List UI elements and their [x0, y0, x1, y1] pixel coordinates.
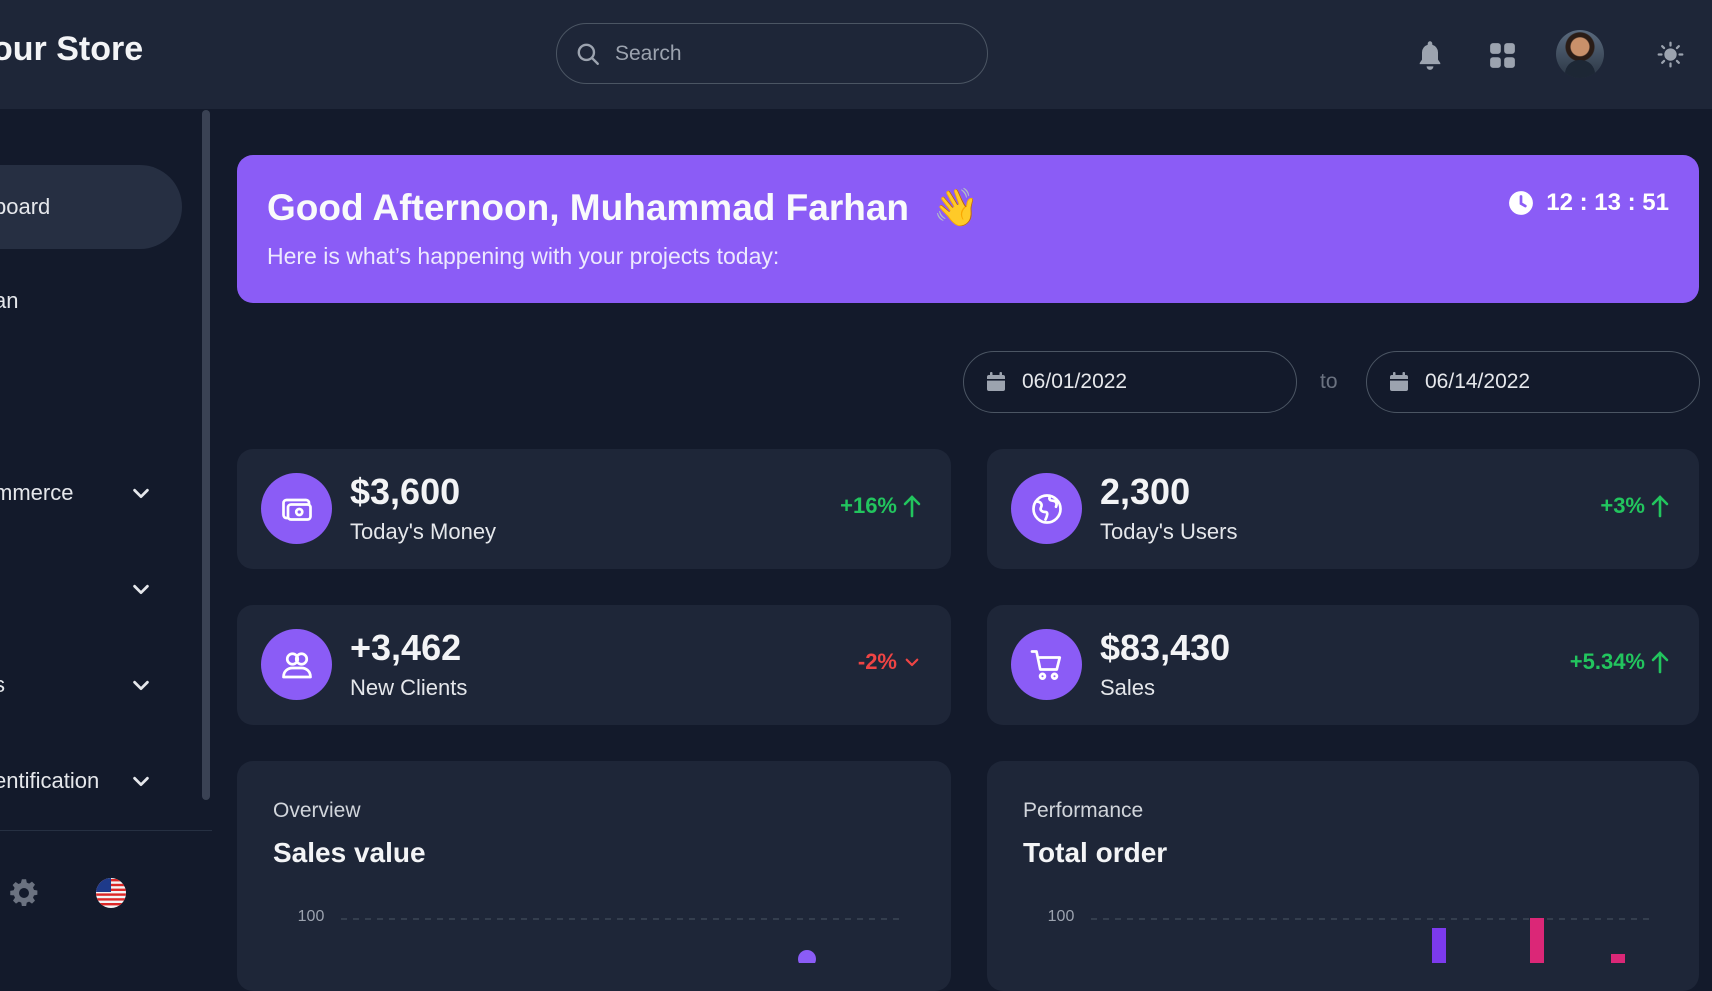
apps-button[interactable] [1488, 41, 1516, 69]
user-avatar[interactable] [1556, 30, 1604, 78]
chevron-down-icon [905, 658, 919, 667]
stat-change: +3% [1600, 493, 1669, 519]
clock-time: 12 : 13 : 51 [1546, 189, 1669, 216]
users-icon [281, 651, 312, 678]
search-input[interactable] [613, 40, 957, 67]
stat-icon-badge [1011, 473, 1082, 544]
bar[interactable] [1611, 954, 1625, 963]
date-to-value: 06/14/2022 [1425, 370, 1531, 393]
stat-label: New Clients [350, 675, 468, 700]
stat-icon-badge [261, 629, 332, 700]
settings-button[interactable] [8, 877, 40, 909]
stat-card-users: 2,300 Today's Users +3% [987, 449, 1699, 569]
data-point[interactable] [798, 950, 816, 963]
wave-emoji: 👋 [933, 187, 980, 228]
theme-toggle-button[interactable] [1656, 40, 1684, 68]
stat-label: Sales [1100, 675, 1156, 700]
y-tick-label: 100 [1048, 908, 1075, 925]
globe-icon [1031, 493, 1062, 524]
date-from-value: 06/01/2022 [1022, 370, 1128, 393]
greeting-subtitle: Here is what’s happening with your proje… [267, 243, 780, 269]
sidebar-item-label: entification [0, 768, 100, 793]
stat-change-text: +3% [1600, 493, 1645, 518]
stat-change-text: -2% [857, 649, 897, 674]
us-flag-icon [96, 878, 126, 908]
stat-change-text: +16% [840, 493, 897, 518]
bar[interactable] [1432, 928, 1446, 963]
stat-change-text: +5.34% [1569, 649, 1645, 674]
sidebar-item-label: s [0, 672, 5, 698]
total-order-panel: Performance Total order 100 [987, 761, 1699, 991]
arrow-up-icon [1651, 651, 1669, 674]
welcome-banner: Good Afternoon, Muhammad Farhan 👋 Here i… [237, 155, 1699, 303]
total-order-chart: 100 [1048, 908, 1649, 963]
search-box[interactable] [556, 23, 988, 84]
cart-icon [1030, 649, 1061, 680]
sidebar: board an mmerce s entification [0, 109, 212, 963]
clock-icon [1509, 191, 1534, 215]
top-bar: our Store [0, 0, 1712, 109]
calendar-icon [1390, 372, 1408, 391]
stat-card-money: $3,600 Today's Money +16% [237, 449, 951, 569]
chevron-down-icon [133, 776, 149, 787]
sidebar-scrollbar[interactable] [202, 110, 210, 800]
gear-icon [10, 879, 38, 906]
stat-card-clients: +3,462 New Clients -2% [237, 605, 951, 725]
sidebar-item-dashboard[interactable]: board [0, 165, 182, 249]
stat-label: Today's Users [1100, 519, 1238, 544]
bell-icon [1419, 41, 1441, 70]
grid-icon [1489, 42, 1515, 68]
stat-icon-badge [1011, 629, 1082, 700]
stat-icon-badge [261, 473, 332, 544]
greeting-title: Good Afternoon, Muhammad Farhan 👋 [267, 187, 979, 230]
sidebar-item-section-5[interactable]: s [0, 655, 182, 715]
date-from-input[interactable]: 06/01/2022 [963, 351, 1297, 413]
sidebar-item-authentication[interactable]: entification [0, 751, 182, 811]
stat-change: +16% [840, 493, 921, 519]
arrow-up-icon [1651, 495, 1669, 518]
sidebar-item-label: an [0, 288, 19, 313]
language-selector[interactable] [95, 877, 127, 909]
stat-change: +5.34% [1570, 649, 1669, 675]
sidebar-item-plan[interactable]: an [0, 271, 182, 331]
sales-value-panel: Overview Sales value 100 [237, 761, 951, 991]
chevron-down-icon [133, 488, 149, 499]
stat-label: Today's Money [350, 519, 497, 544]
sidebar-item-section-4[interactable] [0, 559, 182, 619]
sales-value-chart: 100 [298, 908, 901, 963]
bar[interactable] [1530, 918, 1544, 963]
calendar-icon [987, 372, 1005, 391]
stat-value: +3,462 [350, 627, 462, 668]
sun-icon [1657, 41, 1683, 67]
money-icon [281, 498, 312, 521]
sidebar-item-label: board [0, 194, 51, 219]
sidebar-item-label: mmerce [0, 480, 74, 505]
sidebar-item-ecommerce[interactable]: mmerce [0, 463, 182, 523]
y-tick-label: 100 [298, 908, 325, 925]
notifications-button[interactable] [1415, 38, 1445, 72]
stat-change: -2% [858, 649, 921, 675]
chevron-down-icon [133, 584, 149, 595]
greeting-text: Good Afternoon, Muhammad Farhan [267, 187, 910, 228]
date-range-separator: to [1320, 370, 1338, 393]
brand-title: our Store [0, 30, 144, 68]
sidebar-divider [0, 830, 212, 831]
clock: 12 : 13 : 51 [1508, 189, 1669, 217]
date-to-input[interactable]: 06/14/2022 [1366, 351, 1700, 413]
stat-card-sales: $83,430 Sales +5.34% [987, 605, 1699, 725]
search-icon [577, 43, 599, 65]
stat-value: $83,430 [1100, 627, 1231, 668]
arrow-up-icon [903, 495, 921, 518]
stat-value: 2,300 [1100, 471, 1191, 512]
chevron-down-icon [133, 680, 149, 691]
stat-value: $3,600 [350, 471, 461, 512]
